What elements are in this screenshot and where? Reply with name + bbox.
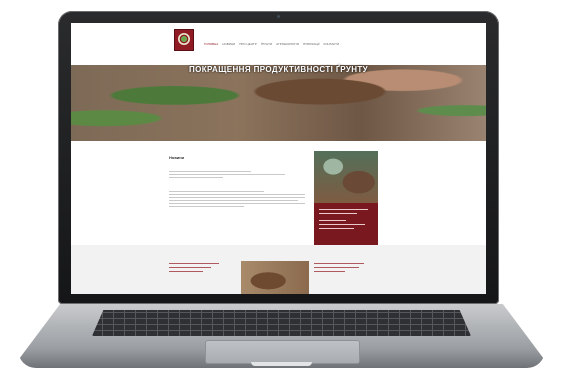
nav-item-about[interactable]: Про центр bbox=[239, 42, 256, 46]
screen: Головна Новини Про центр Ґрунти Агроекол… bbox=[71, 23, 486, 294]
main-nav: Головна Новини Про центр Ґрунти Агроекол… bbox=[204, 42, 339, 46]
laptop-lid: Головна Новини Про центр Ґрунти Агроекол… bbox=[58, 11, 499, 304]
news-item-text-line bbox=[169, 200, 299, 201]
news-heading: Новини bbox=[169, 155, 185, 160]
bottom-card-text[interactable] bbox=[169, 263, 225, 272]
bottom-card-photo[interactable] bbox=[241, 261, 309, 294]
news-item-text-line bbox=[169, 197, 305, 198]
nav-item-contacts[interactable]: Контакти bbox=[323, 42, 339, 46]
site-logo[interactable] bbox=[174, 29, 194, 51]
hero-banner bbox=[71, 65, 486, 141]
keyboard bbox=[92, 310, 471, 336]
news-item[interactable] bbox=[169, 169, 305, 178]
site-header: Головна Новини Про центр Ґрунти Агроекол… bbox=[71, 23, 486, 65]
nav-item-agroecology[interactable]: Агроекологія bbox=[276, 42, 299, 46]
hero-title: ПОКРАЩЕННЯ ПРОДУКТИВНОСТІ ҐРУНТУ bbox=[188, 65, 369, 74]
news-item-text-line bbox=[169, 194, 305, 195]
news-item-text-line bbox=[169, 177, 224, 178]
trackpad bbox=[205, 340, 360, 364]
sidebar-card-text bbox=[319, 209, 373, 229]
news-item-text-line bbox=[169, 174, 285, 175]
news-item-text-line bbox=[169, 206, 244, 207]
sidebar-photo bbox=[314, 151, 378, 203]
laptop-front-notch bbox=[251, 362, 312, 366]
nav-item-publications[interactable]: Публікації bbox=[303, 42, 319, 46]
nav-item-soils[interactable]: Ґрунти bbox=[261, 42, 272, 46]
news-item-title-line bbox=[169, 191, 265, 192]
nav-item-news[interactable]: Новини bbox=[222, 42, 235, 46]
news-item-text-line bbox=[169, 203, 305, 204]
logo-emblem-icon bbox=[178, 33, 190, 45]
bottom-card-text[interactable] bbox=[314, 263, 370, 272]
sidebar-promo-card[interactable] bbox=[314, 151, 378, 248]
camera-icon bbox=[277, 15, 280, 18]
news-item[interactable] bbox=[169, 189, 305, 207]
nav-item-home[interactable]: Головна bbox=[204, 42, 218, 46]
news-item-title-line bbox=[169, 171, 251, 172]
